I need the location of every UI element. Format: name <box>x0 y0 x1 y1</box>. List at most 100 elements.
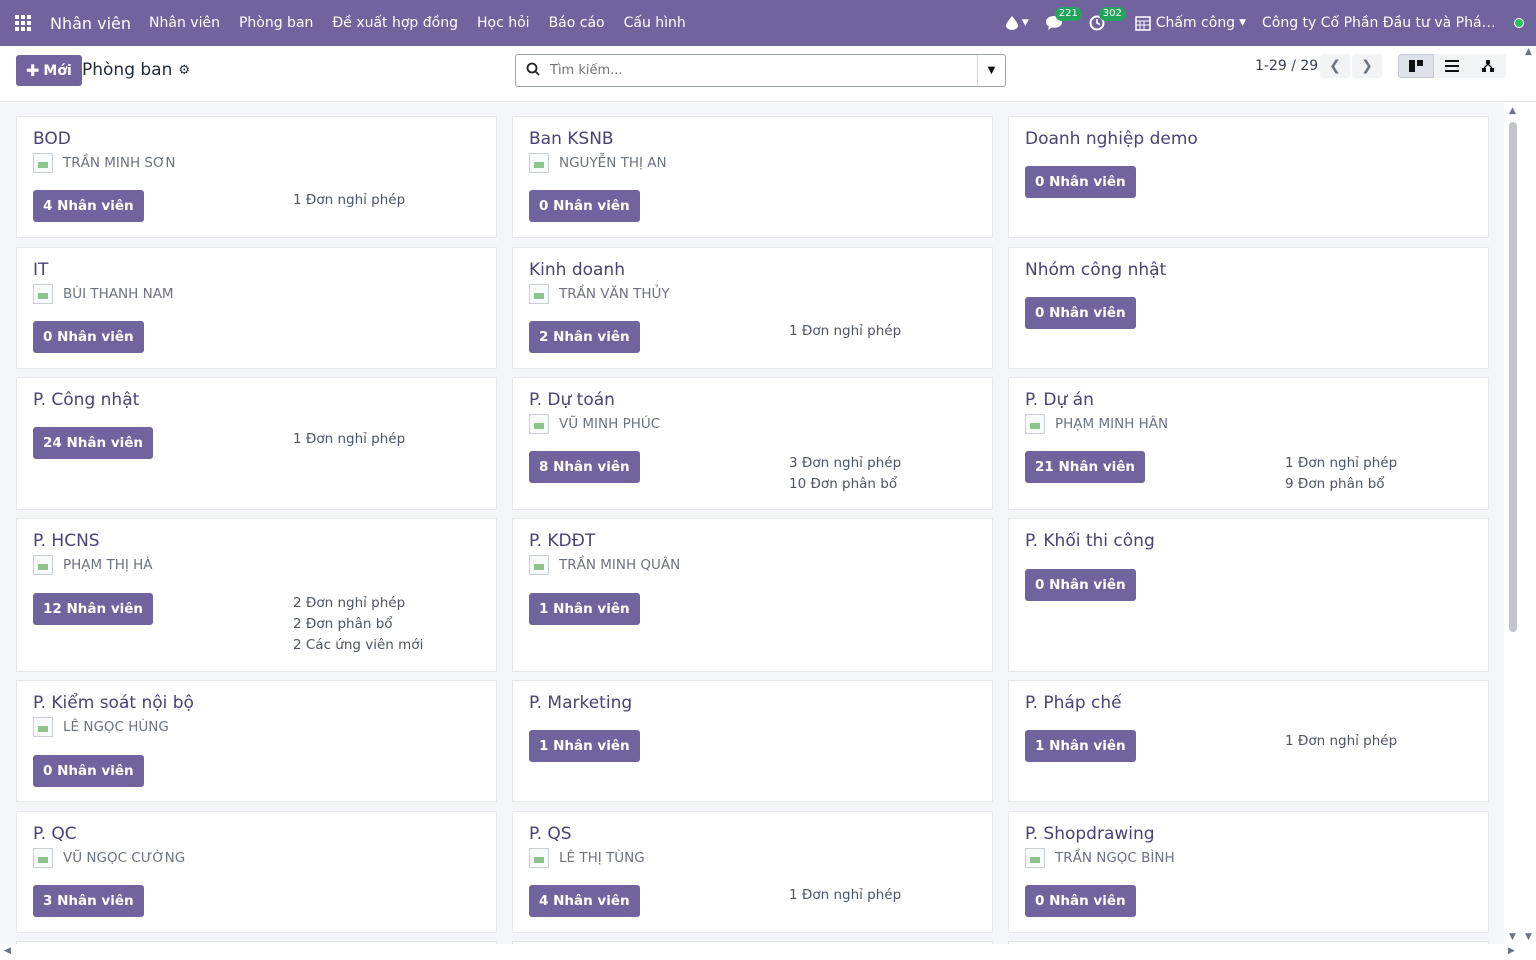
department-card[interactable]: P. KDĐT TRẦN MINH QUÂN 1 Nhân viên <box>512 518 993 672</box>
department-name[interactable]: P. HCNS <box>33 531 100 551</box>
leave-requests-link[interactable]: 1 Đơn nghỉ phép <box>1285 731 1397 752</box>
department-card[interactable]: P. QS LÊ THỊ TÙNG 4 Nhân viên 1 Đơn nghỉ… <box>512 811 993 933</box>
allocation-requests-link[interactable]: 2 Đơn phân bổ <box>293 614 423 635</box>
scroll-top-arrow-icon[interactable]: ▲ <box>1525 47 1532 57</box>
department-card[interactable]: BOD TRẦN MINH SƠN 4 Nhân viên 1 Đơn nghỉ… <box>16 116 497 238</box>
apps-menu-icon[interactable] <box>0 0 46 46</box>
scrollbar-thumb[interactable] <box>1509 122 1517 632</box>
menu-reports[interactable]: Báo cáo <box>549 15 605 31</box>
leave-requests-link[interactable]: 1 Đơn nghỉ phép <box>1285 453 1397 474</box>
allocation-requests-link[interactable]: 10 Đơn phân bổ <box>789 474 901 495</box>
department-name[interactable]: IT <box>33 260 48 280</box>
department-name[interactable]: Ban KSNB <box>529 129 614 149</box>
department-name[interactable]: P. Dự toán <box>529 390 615 410</box>
new-applicants-link[interactable]: 2 Các ứng viên mới <box>293 635 423 656</box>
employees-button[interactable]: 4 Nhân viên <box>33 190 144 222</box>
menu-configuration[interactable]: Cấu hình <box>624 15 686 31</box>
leave-requests-link[interactable]: 1 Đơn nghỉ phép <box>293 429 405 450</box>
department-card[interactable]: P. Khối thi công 0 Nhân viên <box>1008 518 1489 672</box>
department-card[interactable]: P. Pháp chế 1 Nhân viên 1 Đơn nghỉ phép <box>1008 680 1489 802</box>
hierarchy-view-button[interactable] <box>1470 54 1506 78</box>
leave-requests-link[interactable]: 1 Đơn nghỉ phép <box>789 885 901 906</box>
department-name[interactable]: P. Pháp chế <box>1025 693 1122 713</box>
app-title[interactable]: Nhân viên <box>50 14 131 33</box>
menu-contract-proposals[interactable]: Đề xuất hợp đồng <box>332 15 458 31</box>
employees-button[interactable]: 4 Nhân viên <box>529 885 640 917</box>
department-name[interactable]: Doanh nghiệp demo <box>1025 129 1198 149</box>
department-name[interactable]: Kinh doanh <box>529 260 625 280</box>
department-card[interactable]: Nhóm công nhật 0 Nhân viên <box>1008 247 1489 369</box>
leave-requests-link[interactable]: 1 Đơn nghỉ phép <box>293 190 405 211</box>
department-card[interactable]: P. Marketing 1 Nhân viên <box>512 680 993 802</box>
department-card[interactable]: P. HCNS PHẠM THỊ HÀ 12 Nhân viên 2 Đơn n… <box>16 518 497 672</box>
employees-button[interactable]: 1 Nhân viên <box>529 730 640 762</box>
activities-clock-icon[interactable]: 302 <box>1089 7 1126 31</box>
attendance-menu[interactable]: Chấm công ▼ <box>1134 15 1246 31</box>
leave-requests-link[interactable]: 2 Đơn nghỉ phép <box>293 593 423 614</box>
search-input[interactable] <box>550 63 977 78</box>
scroll-up-arrow-icon[interactable]: ▲ <box>1509 106 1516 116</box>
leave-requests-link[interactable]: 1 Đơn nghỉ phép <box>789 321 901 342</box>
hierarchy-icon <box>1482 60 1494 72</box>
leave-requests-link[interactable]: 3 Đơn nghỉ phép <box>789 453 901 474</box>
department-card[interactable]: Doanh nghiệp demo 0 Nhân viên <box>1008 116 1489 238</box>
horizontal-scrollbar[interactable] <box>0 944 1536 960</box>
drop-icon[interactable]: ▼ <box>1005 16 1029 30</box>
employees-button[interactable]: 1 Nhân viên <box>529 593 640 625</box>
scroll-down-arrow-icon[interactable]: ▼ <box>1509 932 1516 942</box>
pager-previous-button[interactable]: ❮ <box>1320 54 1350 78</box>
employees-button[interactable]: 3 Nhân viên <box>33 885 144 917</box>
avatar <box>33 717 53 737</box>
employees-button[interactable]: 0 Nhân viên <box>33 321 144 353</box>
search-options-toggle[interactable]: ▼ <box>977 55 1005 86</box>
company-switcher[interactable]: Công ty Cổ Phần Đầu tư và Phát triể... <box>1262 15 1498 31</box>
department-name[interactable]: P. KDĐT <box>529 531 595 551</box>
department-name[interactable]: P. QC <box>33 824 77 844</box>
new-button[interactable]: ✚ Mới <box>16 55 82 86</box>
department-card[interactable]: IT BÙI THANH NAM 0 Nhân viên <box>16 247 497 369</box>
menu-learning[interactable]: Học hỏi <box>477 15 530 31</box>
department-name[interactable]: BOD <box>33 129 71 149</box>
department-card[interactable]: Kinh doanh TRẦN VĂN THỦY 2 Nhân viên 1 Đ… <box>512 247 993 369</box>
scroll-right-arrow-icon[interactable]: ▶ <box>1508 946 1515 956</box>
kanban-view-button[interactable] <box>1398 54 1434 78</box>
employees-button[interactable]: 0 Nhân viên <box>1025 166 1136 198</box>
department-card[interactable]: P. Shopdrawing TRẦN NGỌC BÌNH 0 Nhân viê… <box>1008 811 1489 933</box>
department-name[interactable]: P. Dự án <box>1025 390 1094 410</box>
employees-button[interactable]: 0 Nhân viên <box>33 755 144 787</box>
messages-icon[interactable]: 221 <box>1045 7 1082 31</box>
employees-button[interactable]: 12 Nhân viên <box>33 593 154 625</box>
menu-employees[interactable]: Nhân viên <box>149 15 220 31</box>
employees-button[interactable]: 24 Nhân viên <box>33 427 154 459</box>
department-card[interactable]: Ban KSNB NGUYỄN THỊ AN 0 Nhân viên <box>512 116 993 238</box>
employees-button[interactable]: 1 Nhân viên <box>1025 730 1136 762</box>
employees-button[interactable]: 0 Nhân viên <box>1025 297 1136 329</box>
scroll-bottom-arrow-icon[interactable]: ▼ <box>1525 932 1532 942</box>
department-name[interactable]: P. Shopdrawing <box>1025 824 1155 844</box>
department-card[interactable]: P. Dự án PHẠM MINH HÂN 21 Nhân viên 1 Đơ… <box>1008 377 1489 510</box>
employees-button[interactable]: 2 Nhân viên <box>529 321 640 353</box>
department-name[interactable]: P. QS <box>529 824 572 844</box>
pager-next-button[interactable]: ❯ <box>1352 54 1382 78</box>
gear-icon[interactable]: ⚙ <box>178 63 190 78</box>
employees-button[interactable]: 21 Nhân viên <box>1025 451 1146 483</box>
department-card[interactable]: P. Công nhật 24 Nhân viên 1 Đơn nghỉ phé… <box>16 377 497 510</box>
user-status-icon[interactable] <box>1514 18 1524 28</box>
department-name[interactable]: P. Kiểm soát nội bộ <box>33 693 194 713</box>
employees-button[interactable]: 0 Nhân viên <box>1025 569 1136 601</box>
department-card[interactable]: P. QC VŨ NGỌC CƯỜNG 3 Nhân viên <box>16 811 497 933</box>
department-name[interactable]: Nhóm công nhật <box>1025 260 1166 280</box>
employees-button[interactable]: 8 Nhân viên <box>529 451 640 483</box>
scroll-left-arrow-icon[interactable]: ◀ <box>4 946 11 956</box>
department-name[interactable]: P. Marketing <box>529 693 632 713</box>
department-name[interactable]: P. Khối thi công <box>1025 531 1155 551</box>
employees-button[interactable]: 0 Nhân viên <box>529 190 640 222</box>
list-view-button[interactable] <box>1434 54 1470 78</box>
pager-value[interactable]: 1-29 / 29 <box>1255 58 1318 74</box>
department-card[interactable]: P. Dự toán VŨ MINH PHÚC 8 Nhân viên 3 Đơ… <box>512 377 993 510</box>
department-name[interactable]: P. Công nhật <box>33 390 139 410</box>
allocation-requests-link[interactable]: 9 Đơn phân bổ <box>1285 474 1397 495</box>
department-card[interactable]: P. Kiểm soát nội bộ LÊ NGỌC HÙNG 0 Nhân … <box>16 680 497 802</box>
employees-button[interactable]: 0 Nhân viên <box>1025 885 1136 917</box>
menu-departments[interactable]: Phòng ban <box>239 15 313 31</box>
